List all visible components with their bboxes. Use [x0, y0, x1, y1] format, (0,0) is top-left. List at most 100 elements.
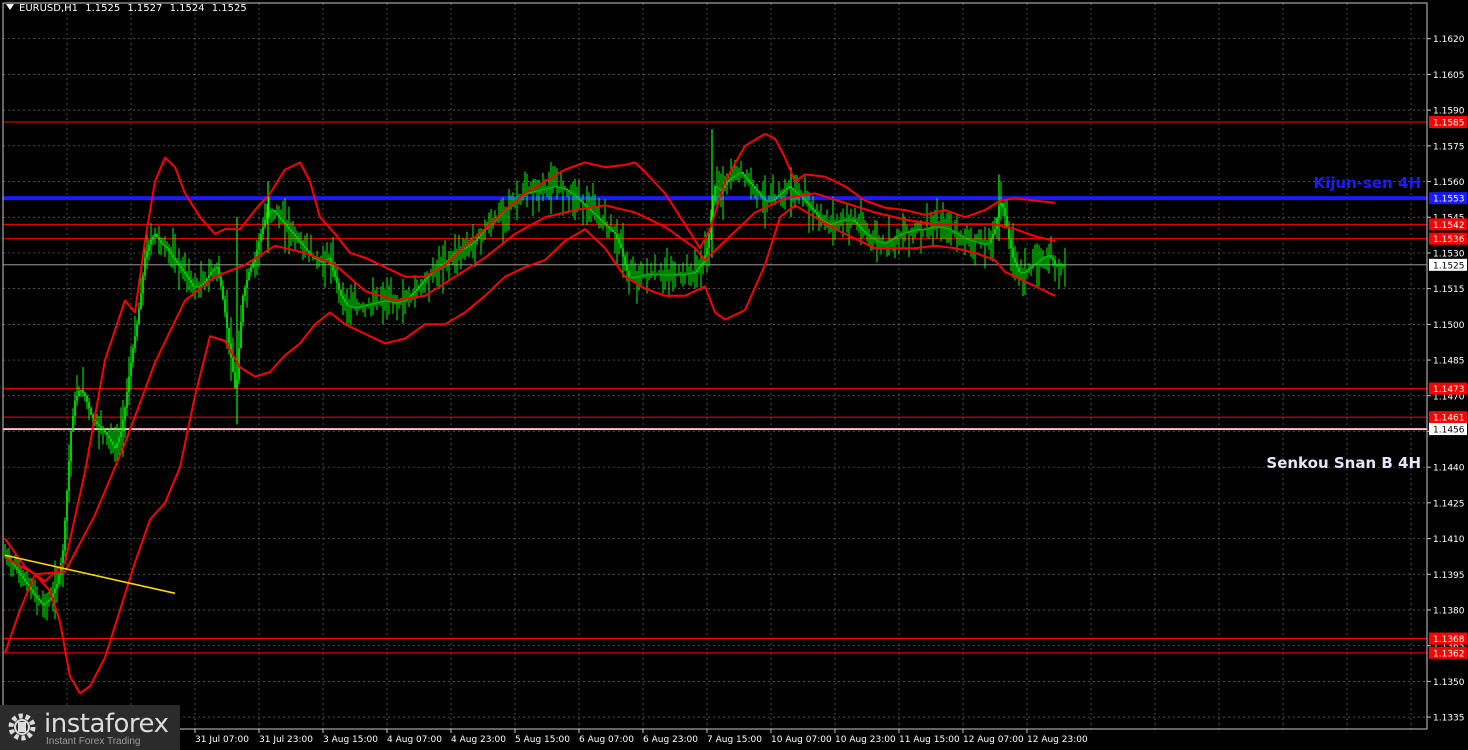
- candle-body: [868, 234, 870, 237]
- y-tick-label: 1.1485: [1433, 357, 1465, 367]
- candle-body: [424, 279, 426, 282]
- y-tick-label: 1.1380: [1433, 606, 1465, 616]
- candle-body: [760, 193, 762, 196]
- candle-body: [540, 189, 542, 191]
- candle-body: [284, 221, 286, 225]
- candle-body: [740, 172, 742, 174]
- candle-body: [1032, 265, 1034, 268]
- candle-body: [834, 222, 836, 224]
- candle-body: [906, 232, 908, 234]
- candle-body: [554, 186, 556, 188]
- candle-body: [846, 219, 848, 221]
- candle-body: [120, 431, 122, 438]
- candle-body: [928, 227, 930, 229]
- gear-logo-icon: [8, 713, 36, 741]
- y-tick-label: 1.1425: [1433, 499, 1465, 509]
- candle-body: [764, 198, 766, 201]
- candle-body: [550, 187, 552, 189]
- candle-body: [628, 270, 630, 277]
- candle-body: [374, 302, 376, 304]
- candle-body: [306, 248, 308, 251]
- candle-body: [48, 599, 50, 602]
- candle-body: [138, 308, 140, 325]
- candle-body: [376, 302, 378, 304]
- level-price-tag: 1.1362: [1433, 649, 1465, 659]
- candle-body: [912, 230, 914, 232]
- candle-body: [112, 441, 114, 445]
- candle-body: [894, 237, 896, 239]
- candle-body: [1064, 264, 1066, 266]
- candle-body: [478, 236, 480, 239]
- candle-body: [848, 219, 850, 221]
- symbol-label: EURUSD,H1: [19, 3, 79, 14]
- candle-body: [936, 226, 938, 228]
- candle-body: [782, 191, 784, 194]
- x-tick-label: 12 Aug 23:00: [1027, 735, 1088, 745]
- candle-body: [960, 235, 962, 237]
- candle-body: [282, 219, 284, 222]
- candle-body: [1000, 202, 1002, 207]
- candle-body: [600, 218, 602, 221]
- candle-body: [910, 230, 912, 232]
- x-tick-label: 5 Aug 15:00: [515, 735, 570, 745]
- candle-body: [904, 232, 906, 234]
- candle-body: [102, 427, 104, 430]
- candle-body: [564, 188, 566, 190]
- candle-body: [622, 248, 624, 257]
- candle-body: [750, 181, 752, 184]
- candle-body: [38, 598, 40, 601]
- candle-body: [398, 301, 400, 303]
- candle-body: [1004, 207, 1006, 217]
- candle-body: [338, 283, 340, 290]
- candle-body: [836, 221, 838, 223]
- candle-body: [984, 243, 986, 245]
- candle-body: [598, 216, 600, 219]
- candle-body: [174, 257, 176, 261]
- candle-body: [612, 230, 614, 232]
- candle-body: [142, 275, 144, 294]
- dropdown-triangle-icon[interactable]: [6, 4, 14, 10]
- candle-body: [758, 191, 760, 194]
- candle-body: [862, 229, 864, 231]
- x-tick-label: 31 Jul 07:00: [195, 735, 249, 745]
- candle-body: [810, 205, 812, 208]
- candle-body: [940, 226, 942, 228]
- candle-body: [42, 602, 44, 606]
- candle-body: [932, 226, 934, 228]
- candle-body: [320, 261, 322, 263]
- candle-body: [632, 276, 634, 278]
- candle-body: [88, 402, 90, 409]
- candle-body: [592, 211, 594, 213]
- y-tick-label: 1.1515: [1433, 285, 1465, 295]
- candle-body: [402, 301, 404, 303]
- level-price-tag: 1.1368: [1433, 635, 1465, 645]
- candle-body: [694, 271, 696, 273]
- candle-body: [158, 237, 160, 241]
- candle-body: [544, 188, 546, 190]
- candle-body: [700, 264, 702, 268]
- candle-body: [148, 244, 150, 252]
- candle-body: [342, 295, 344, 299]
- candle-body: [908, 231, 910, 233]
- candle-body: [716, 186, 718, 188]
- candle-body: [630, 276, 632, 278]
- candle-body: [1044, 256, 1046, 258]
- candle-body: [1020, 271, 1022, 273]
- candle-body: [688, 273, 690, 275]
- candle-body: [602, 220, 604, 223]
- candle-body: [892, 238, 894, 240]
- price-chart[interactable]: 1.16201.16051.15901.15751.15601.15451.15…: [0, 0, 1468, 750]
- candle-body: [990, 238, 992, 244]
- candle-body: [702, 262, 704, 265]
- level-price-tag: 1.1585: [1433, 119, 1465, 129]
- candle-body: [364, 305, 366, 307]
- candle-body: [164, 245, 166, 247]
- candle-body: [106, 432, 108, 436]
- x-tick-label: 10 Aug 07:00: [771, 735, 832, 745]
- candle-body: [948, 228, 950, 230]
- candle-body: [166, 246, 168, 249]
- candle-body: [1050, 255, 1052, 258]
- candle-body: [292, 231, 294, 234]
- candle-body: [252, 262, 254, 268]
- candle-body: [274, 210, 276, 213]
